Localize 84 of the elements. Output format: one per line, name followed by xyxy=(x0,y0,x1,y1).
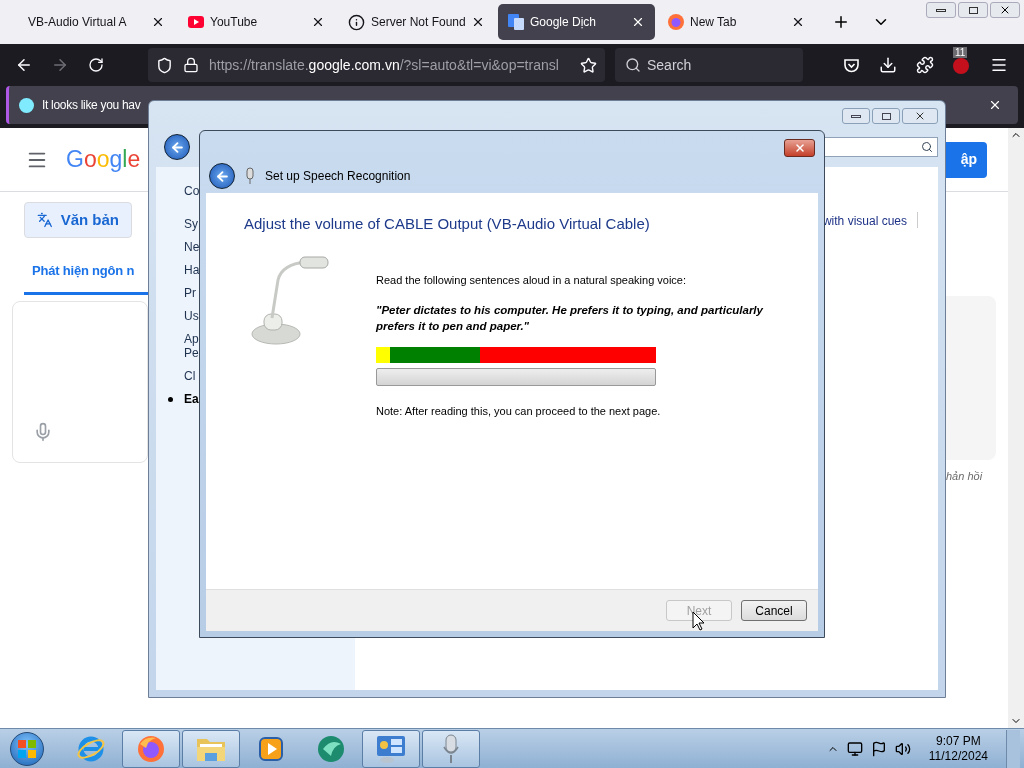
close-icon xyxy=(999,4,1011,16)
sidebar-link[interactable]: Sy xyxy=(184,217,198,231)
minimize-button[interactable] xyxy=(926,2,956,18)
back-icon[interactable] xyxy=(15,56,33,74)
round-app-icon xyxy=(315,733,347,764)
lock-icon xyxy=(183,57,199,73)
reload-icon[interactable] xyxy=(88,57,104,73)
sidebar-link[interactable]: Ea xyxy=(184,392,198,406)
firefox-icon xyxy=(136,733,166,764)
pocket-icon[interactable] xyxy=(843,56,860,74)
browser-tab[interactable]: VB-Audio Virtual A xyxy=(18,4,175,40)
dialog-heading: Adjust the volume of CABLE Output (VB-Audio Virtual Cable) xyxy=(244,214,651,234)
microphone-icon xyxy=(441,732,461,765)
logo[interactable]: Google xyxy=(66,142,141,177)
close-icon[interactable] xyxy=(631,15,645,29)
forward-icon[interactable] xyxy=(51,56,69,74)
minimize-button[interactable] xyxy=(842,108,870,124)
translate-icon xyxy=(508,14,524,30)
microphone-icon[interactable] xyxy=(33,422,53,442)
close-icon xyxy=(793,142,806,154)
back-button[interactable] xyxy=(209,163,235,189)
search-icon xyxy=(625,57,641,73)
language-tab[interactable]: Phát hiện ngôn n xyxy=(32,263,135,278)
translate-icon xyxy=(37,211,53,229)
close-button[interactable] xyxy=(784,139,815,157)
dialog-title: Set up Speech Recognition xyxy=(265,168,411,185)
close-icon[interactable] xyxy=(471,15,485,29)
start-button[interactable] xyxy=(10,731,44,766)
taskbar-button[interactable] xyxy=(122,729,180,768)
notification-text: It looks like you hav xyxy=(42,97,141,114)
close-icon[interactable] xyxy=(311,15,325,29)
firefox-icon xyxy=(668,14,684,30)
scrollbar[interactable] xyxy=(1008,128,1024,728)
play-icon xyxy=(188,16,204,28)
dialog-button[interactable]: Cancel xyxy=(741,600,807,621)
close-icon[interactable] xyxy=(151,15,165,29)
menu-icon[interactable] xyxy=(990,56,1008,74)
sidebar-link[interactable]: Ap Pe xyxy=(184,332,198,360)
sidebar-link[interactable]: Us xyxy=(184,309,198,323)
feedback-link[interactable]: hản hồi xyxy=(946,468,983,485)
browser-tab[interactable]: Server Not Found xyxy=(338,4,495,40)
extensions-icon[interactable] xyxy=(916,56,934,74)
taskbar-button[interactable] xyxy=(362,729,420,768)
browser-tab[interactable]: YouTube xyxy=(178,4,335,40)
note-text: Note: After reading this, you can proceed to the next page. xyxy=(376,404,662,419)
sidebar-link[interactable]: Co xyxy=(184,184,198,198)
sidebar-link[interactable]: Ha xyxy=(184,263,198,277)
sidebar-link[interactable]: Cl xyxy=(184,369,198,383)
close-icon[interactable] xyxy=(791,15,805,29)
star-icon[interactable] xyxy=(580,56,597,74)
shield-icon xyxy=(156,56,173,74)
instruction-text: Read the following sentences aloud in a natural speaking voice: xyxy=(376,272,688,288)
restore-button[interactable] xyxy=(872,108,900,124)
close-icon[interactable] xyxy=(988,98,1002,112)
back-button[interactable] xyxy=(164,134,190,160)
quote-text: "Peter dictates to his computer. He prefers it to typing, and particularly prefers it to pen and paper." xyxy=(376,303,764,334)
sidebar-link[interactable]: Ne xyxy=(184,240,198,254)
info-icon xyxy=(19,97,34,113)
browser-tab[interactable]: Google Dịch xyxy=(498,4,655,40)
text-mode-button[interactable]: Văn bản xyxy=(24,202,132,238)
search-field[interactable]: Search xyxy=(615,48,803,82)
flag-icon[interactable] xyxy=(870,740,887,757)
taskbar-button[interactable] xyxy=(182,729,240,768)
address-bar[interactable]: https://translate.google.com.vn/?sl=auto&tl=vi&op=transl xyxy=(148,48,605,82)
close-button[interactable] xyxy=(990,2,1020,18)
download-icon[interactable] xyxy=(879,56,897,74)
monitor-panel-icon xyxy=(375,733,407,764)
close-icon xyxy=(914,110,926,122)
media-player-icon xyxy=(257,734,285,763)
sidebar-link[interactable]: Pr xyxy=(184,286,198,300)
sign-in-button[interactable]: ập xyxy=(946,141,987,178)
taskbar-button[interactable] xyxy=(422,729,480,768)
count-badge: 11 xyxy=(953,47,968,58)
search-icon xyxy=(921,141,933,153)
new-tab-icon[interactable] xyxy=(832,13,850,31)
microphone-icon xyxy=(245,167,255,185)
windows-logo-icon xyxy=(18,739,36,758)
clock[interactable]: 9:07 PM 11/12/2024 xyxy=(928,733,988,764)
restore-button[interactable] xyxy=(958,2,988,18)
network-icon[interactable] xyxy=(846,740,863,757)
info-icon xyxy=(348,13,365,31)
extension-icon[interactable] xyxy=(953,58,969,74)
browser-tab[interactable]: New Tab xyxy=(658,4,815,40)
volume-icon[interactable] xyxy=(894,740,911,757)
